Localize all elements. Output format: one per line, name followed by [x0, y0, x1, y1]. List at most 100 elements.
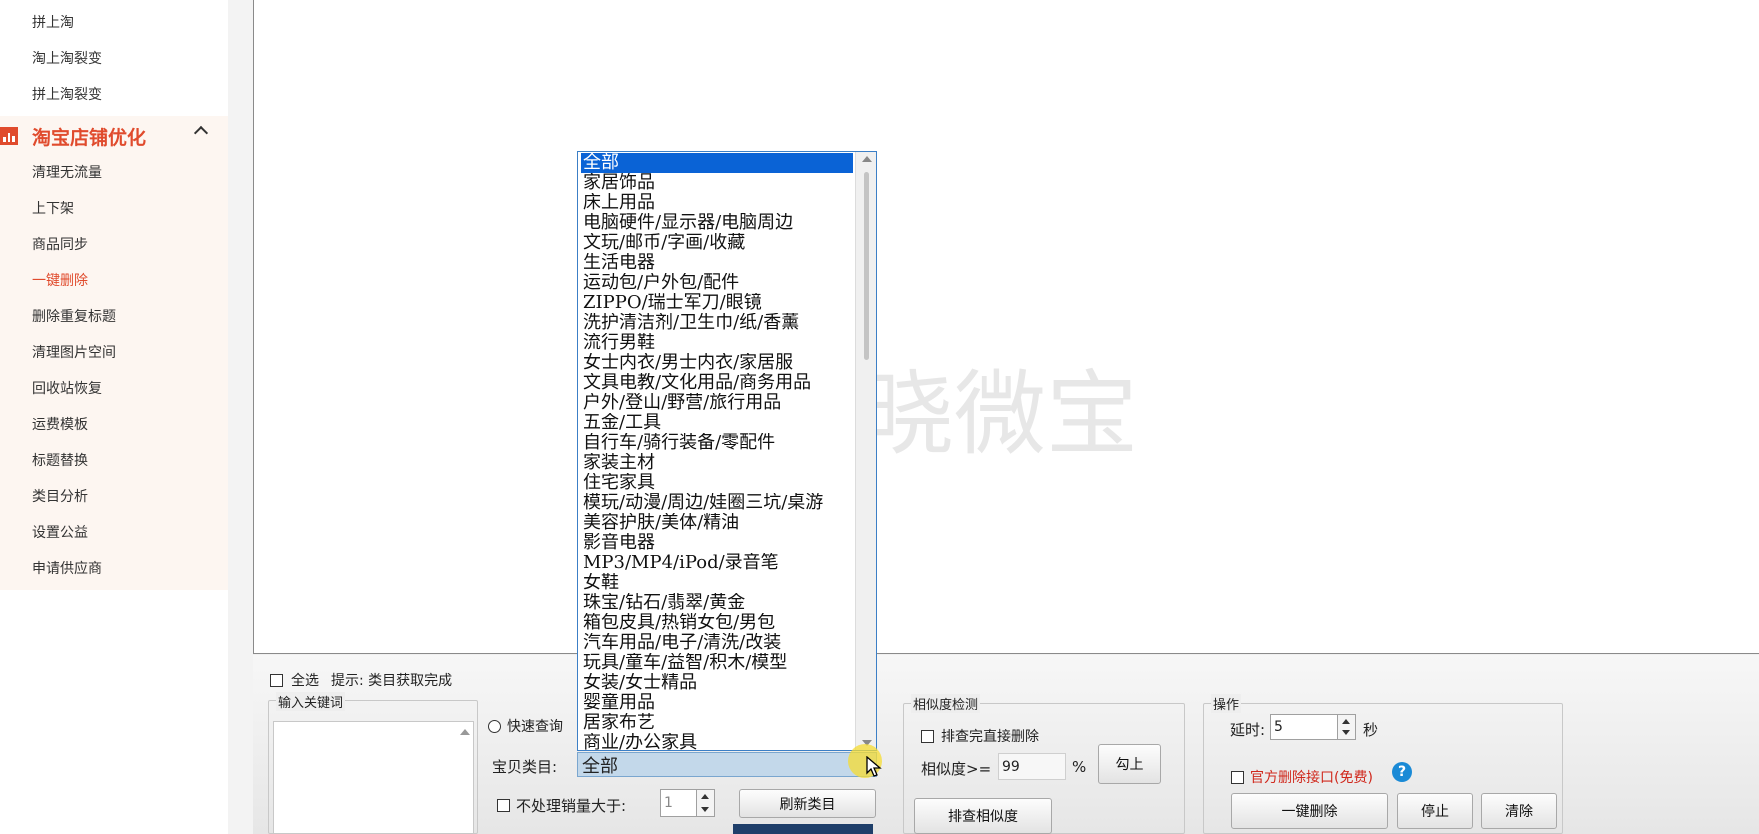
delay-spinner[interactable]: [1337, 715, 1355, 739]
official-api-checkbox[interactable]: [1231, 770, 1244, 784]
delay-value: 5: [1274, 719, 1283, 735]
delay-label: 延时:: [1230, 721, 1266, 739]
sidebar-item-recycle-restore[interactable]: 回收站恢复: [0, 370, 228, 406]
status-hint: 提示: 类目获取完成: [331, 673, 453, 689]
sidebar-group-taobao-shop-optimize[interactable]: 淘宝店铺优化: [0, 118, 228, 154]
delete-after-check-option: 排查完直接删除: [921, 726, 1039, 746]
percent-sign: %: [1072, 758, 1087, 776]
delay-input[interactable]: 5: [1270, 714, 1356, 740]
one-click-delete-button[interactable]: 一键删除: [1231, 793, 1388, 829]
sales-filter-checkbox[interactable]: [497, 799, 510, 812]
sidebar-group-label: 淘宝店铺优化: [32, 126, 147, 149]
category-option[interactable]: 珠宝/钻石/翡翠/黄金: [581, 593, 853, 613]
delay-unit: 秒: [1363, 721, 1379, 739]
quick-query-label: 快速查询: [507, 719, 563, 735]
sidebar: 拼上淘 淘上淘裂变 拼上淘裂变 淘宝店铺优化 清理无流量 上下架 商品同步 一键…: [0, 0, 228, 834]
category-option[interactable]: 女士内衣/男士内衣/家居服: [581, 353, 853, 373]
sidebar-item-shipping-template[interactable]: 运费模板: [0, 406, 228, 442]
select-all-row: 全选 提示: 类目获取完成: [270, 670, 452, 690]
watermark: 晓微宝: [862, 361, 1139, 468]
category-select[interactable]: 全部: [577, 752, 877, 777]
category-option[interactable]: 汽车用品/电子/清洗/改装: [581, 633, 853, 653]
scroll-up-icon[interactable]: [862, 156, 872, 162]
official-api-option: 官方删除接口(免费): [1231, 767, 1373, 787]
category-option[interactable]: ZIPPO/瑞士军刀/眼镜: [581, 293, 853, 313]
sidebar-item-pinshangtao-liebian[interactable]: 拼上淘裂变: [0, 76, 228, 112]
scroll-up-icon[interactable]: [460, 729, 470, 735]
sidebar-item-delete-duplicate-titles[interactable]: 删除重复标题: [0, 298, 228, 334]
similarity-threshold-value: 99: [1002, 758, 1020, 775]
category-option[interactable]: 模玩/动漫/周边/娃圈三坑/桌游: [581, 493, 853, 513]
dropdown-scrollbar[interactable]: [855, 152, 876, 750]
delete-after-check-checkbox[interactable]: [921, 729, 934, 743]
official-api-label: 官方删除接口(免费): [1250, 770, 1373, 786]
category-dropdown-list[interactable]: 全部 家居饰品 床上用品 电脑硬件/显示器/电脑周边 文玩/邮币/字画/收藏 生活电器 运动…: [577, 151, 877, 751]
sales-threshold-value: 1: [664, 795, 673, 811]
sidebar-item-taoshangtao-liebian[interactable]: 淘上淘裂变: [0, 40, 228, 76]
category-option[interactable]: 婴童用品: [581, 693, 853, 713]
progress-bar: [733, 824, 873, 834]
similarity-group-title: 相似度检测: [911, 694, 981, 713]
category-option[interactable]: MP3/MP4/iPod/录音笔: [581, 553, 853, 573]
category-option[interactable]: 五金/工具: [581, 413, 853, 433]
check-button[interactable]: 勾上: [1098, 744, 1161, 784]
category-option[interactable]: 箱包皮具/热销女包/男包: [581, 613, 853, 633]
sales-threshold-spinner[interactable]: [696, 790, 714, 816]
category-option[interactable]: 洗护清洁剂/卫生巾/纸/香薰: [581, 313, 853, 333]
check-similarity-button[interactable]: 排查相似度: [914, 798, 1052, 834]
stop-button[interactable]: 停止: [1397, 793, 1473, 829]
results-panel: [253, 0, 1759, 654]
sidebar-item-pinshangtao[interactable]: 拼上淘: [0, 4, 228, 40]
category-option[interactable]: 全部: [581, 153, 853, 173]
sales-filter-row: 不处理销量大于:: [497, 795, 626, 816]
quick-query-option: 快速查询: [488, 716, 563, 736]
category-option[interactable]: 电脑硬件/显示器/电脑周边: [581, 213, 853, 233]
category-option[interactable]: 文具电教/文化用品/商务用品: [581, 373, 853, 393]
category-option[interactable]: 女装/女士精品: [581, 673, 853, 693]
category-option[interactable]: 文玩/邮币/字画/收藏: [581, 233, 853, 253]
delete-after-check-label: 排查完直接删除: [941, 729, 1039, 745]
sidebar-item-charity-settings[interactable]: 设置公益: [0, 514, 228, 550]
category-option[interactable]: 商业/办公家具: [581, 733, 853, 750]
category-option[interactable]: 运动包/户外包/配件: [581, 273, 853, 293]
category-option[interactable]: 居家布艺: [581, 713, 853, 733]
refresh-category-button[interactable]: 刷新类目: [739, 789, 876, 818]
sidebar-item-listing[interactable]: 上下架: [0, 190, 228, 226]
select-all-checkbox[interactable]: [270, 673, 283, 687]
operation-group-title: 操作: [1211, 694, 1242, 713]
category-label: 宝贝类目:: [492, 758, 558, 776]
category-option[interactable]: 住宅家具: [581, 473, 853, 493]
category-option[interactable]: 自行车/骑行装备/零配件: [581, 433, 853, 453]
keyword-textarea[interactable]: [273, 721, 474, 834]
select-all-label: 全选: [291, 673, 319, 689]
category-option[interactable]: 流行男鞋: [581, 333, 853, 353]
clear-button[interactable]: 清除: [1481, 793, 1557, 829]
category-option[interactable]: 美容护肤/美体/精油: [581, 513, 853, 533]
category-option[interactable]: 生活电器: [581, 253, 853, 273]
sidebar-item-one-click-delete[interactable]: 一键删除: [0, 262, 228, 298]
category-option[interactable]: 家装主材: [581, 453, 853, 473]
chevron-up-icon[interactable]: [193, 125, 209, 141]
keyword-group-title: 输入关键词: [276, 692, 346, 711]
category-option[interactable]: 影音电器: [581, 533, 853, 553]
help-icon[interactable]: ?: [1392, 762, 1412, 782]
bar-chart-icon: [0, 127, 18, 145]
sidebar-divider: [228, 0, 253, 834]
category-option[interactable]: 户外/登山/野营/旅行用品: [581, 393, 853, 413]
category-option[interactable]: 玩具/童车/益智/积木/模型: [581, 653, 853, 673]
sidebar-item-clean-image-space[interactable]: 清理图片空间: [0, 334, 228, 370]
sidebar-item-product-sync[interactable]: 商品同步: [0, 226, 228, 262]
sales-threshold-input[interactable]: 1: [660, 789, 715, 817]
similarity-label: 相似度>=: [921, 760, 992, 778]
sales-filter-label: 不处理销量大于:: [516, 797, 627, 815]
sidebar-item-apply-supplier[interactable]: 申请供应商: [0, 550, 228, 586]
sidebar-item-title-replace[interactable]: 标题替换: [0, 442, 228, 478]
category-option[interactable]: 床上用品: [581, 193, 853, 213]
quick-query-radio[interactable]: [488, 719, 501, 733]
sidebar-item-clean-no-traffic[interactable]: 清理无流量: [0, 154, 228, 190]
scrollbar-thumb[interactable]: [864, 172, 869, 360]
category-option[interactable]: 女鞋: [581, 573, 853, 593]
category-option[interactable]: 家居饰品: [581, 173, 853, 193]
sidebar-item-category-analysis[interactable]: 类目分析: [0, 478, 228, 514]
similarity-threshold-input[interactable]: 99: [998, 753, 1066, 780]
